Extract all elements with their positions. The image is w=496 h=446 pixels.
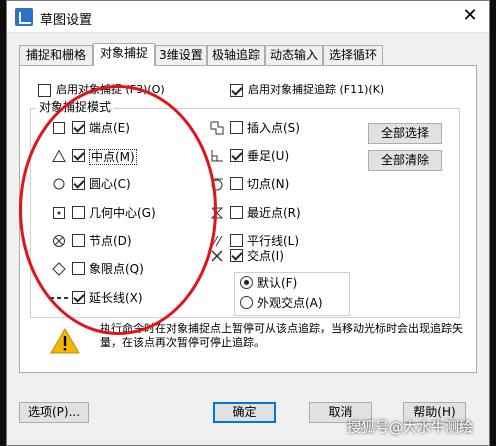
options-button[interactable]: 选项(P)...	[19, 402, 89, 423]
snap-endpoint-label: 端点(E)	[89, 121, 130, 135]
intersection-icon	[211, 250, 223, 262]
drafting-settings-dialog: 草图设置 ✕ 捕捉和栅格 对象捕捉 3维设置 极轴追踪 动态输入 选择循环 启用…	[6, 0, 490, 446]
snap-perpendicular-checkbox[interactable]	[230, 149, 243, 162]
title-bar: 草图设置 ✕	[7, 1, 489, 33]
group-title: 对象捕捉模式	[36, 100, 115, 114]
tab-snap-grid[interactable]: 捕捉和栅格	[19, 45, 93, 65]
snap-insertion-checkbox[interactable]	[230, 121, 243, 134]
tab-object-snap[interactable]: 对象捕捉	[93, 43, 155, 66]
parallel-icon	[211, 235, 223, 247]
snap-nearest-checkbox[interactable]	[230, 206, 243, 219]
snap-insertion-label: 插入点(S)	[247, 121, 300, 135]
insertion-icon	[210, 121, 224, 135]
snap-nearest-label: 最近点(R)	[247, 206, 301, 220]
snap-tangent-checkbox[interactable]	[230, 177, 243, 190]
snap-geometric-center-checkbox[interactable]	[72, 206, 85, 219]
snap-tangent-label: 切点(N)	[247, 177, 290, 191]
snap-parallel-checkbox[interactable]	[230, 234, 243, 247]
snap-parallel-label: 平行线(L)	[247, 234, 300, 248]
app-icon	[15, 8, 33, 26]
tracking-on-checkbox[interactable]	[230, 84, 243, 97]
tracking-hint-text: 执行命令时在对象捕捉点上暂停可从该点追踪，当移动光标时会出现追踪矢量，在该点再次…	[100, 322, 463, 349]
window-title: 草图设置	[40, 13, 93, 28]
watermark: 搜狐号@大水牛测绘	[347, 420, 473, 436]
center-icon	[53, 178, 65, 190]
snap-midpoint-label: 中点(M)	[89, 149, 137, 165]
snap-extension-checkbox[interactable]	[72, 291, 85, 304]
nearest-icon	[210, 207, 224, 219]
radio-default-label: 默认(F)	[257, 276, 298, 290]
midpoint-icon	[52, 149, 66, 162]
clear-all-button[interactable]: 全部清除	[368, 150, 442, 171]
tab-dynamic-input[interactable]: 动态输入	[265, 45, 323, 65]
snap-geometric-center-label: 几何中心(G)	[89, 206, 156, 220]
snap-quadrant-label: 象限点(Q)	[89, 262, 144, 276]
tab-3d-settings[interactable]: 3维设置	[155, 45, 207, 65]
tangent-icon	[211, 178, 223, 191]
close-icon[interactable]: ✕	[459, 5, 481, 27]
snap-quadrant-checkbox[interactable]	[72, 262, 85, 275]
perpendicular-icon	[211, 150, 223, 162]
snap-intersection-checkbox[interactable]	[230, 249, 243, 262]
quadrant-icon	[52, 262, 66, 276]
snap-midpoint-checkbox[interactable]	[72, 149, 85, 162]
snap-extension-label: 延长线(X)	[89, 291, 143, 305]
endpoint-icon	[53, 122, 65, 134]
tracking-on-label: 启用对象捕捉追踪 (F11)(K)	[248, 83, 385, 96]
radio-default[interactable]	[240, 276, 253, 289]
snap-node-label: 节点(D)	[89, 234, 132, 248]
geometric-center-icon	[53, 207, 65, 219]
object-snap-panel: 启用对象捕捉 (F3)(O) 启用对象捕捉追踪 (F11)(K) 对象捕捉模式 …	[19, 65, 477, 373]
snap-node-checkbox[interactable]	[72, 234, 85, 247]
ok-button[interactable]: 确定	[213, 402, 276, 423]
snap-center-checkbox[interactable]	[72, 177, 85, 190]
extension-icon	[50, 297, 68, 299]
tab-polar-tracking[interactable]: 极轴追踪	[207, 45, 265, 65]
radio-apparent-label: 外观交点(A)	[257, 296, 323, 310]
background-strip-right	[490, 0, 496, 446]
warning-icon	[50, 328, 80, 354]
node-icon	[53, 235, 65, 247]
snap-on-checkbox[interactable]	[38, 84, 51, 97]
snap-endpoint-checkbox[interactable]	[72, 121, 85, 134]
tab-selection-cycling[interactable]: 选择循环	[323, 45, 383, 65]
snap-center-label: 圆心(C)	[89, 177, 131, 191]
snap-on-label: 启用对象捕捉 (F3)(O)	[56, 83, 165, 96]
snap-intersection-label: 交点(I)	[247, 249, 284, 263]
radio-apparent-intersection[interactable]	[240, 296, 253, 309]
snap-perpendicular-label: 垂足(U)	[247, 149, 290, 163]
select-all-button[interactable]: 全部选择	[368, 123, 442, 144]
